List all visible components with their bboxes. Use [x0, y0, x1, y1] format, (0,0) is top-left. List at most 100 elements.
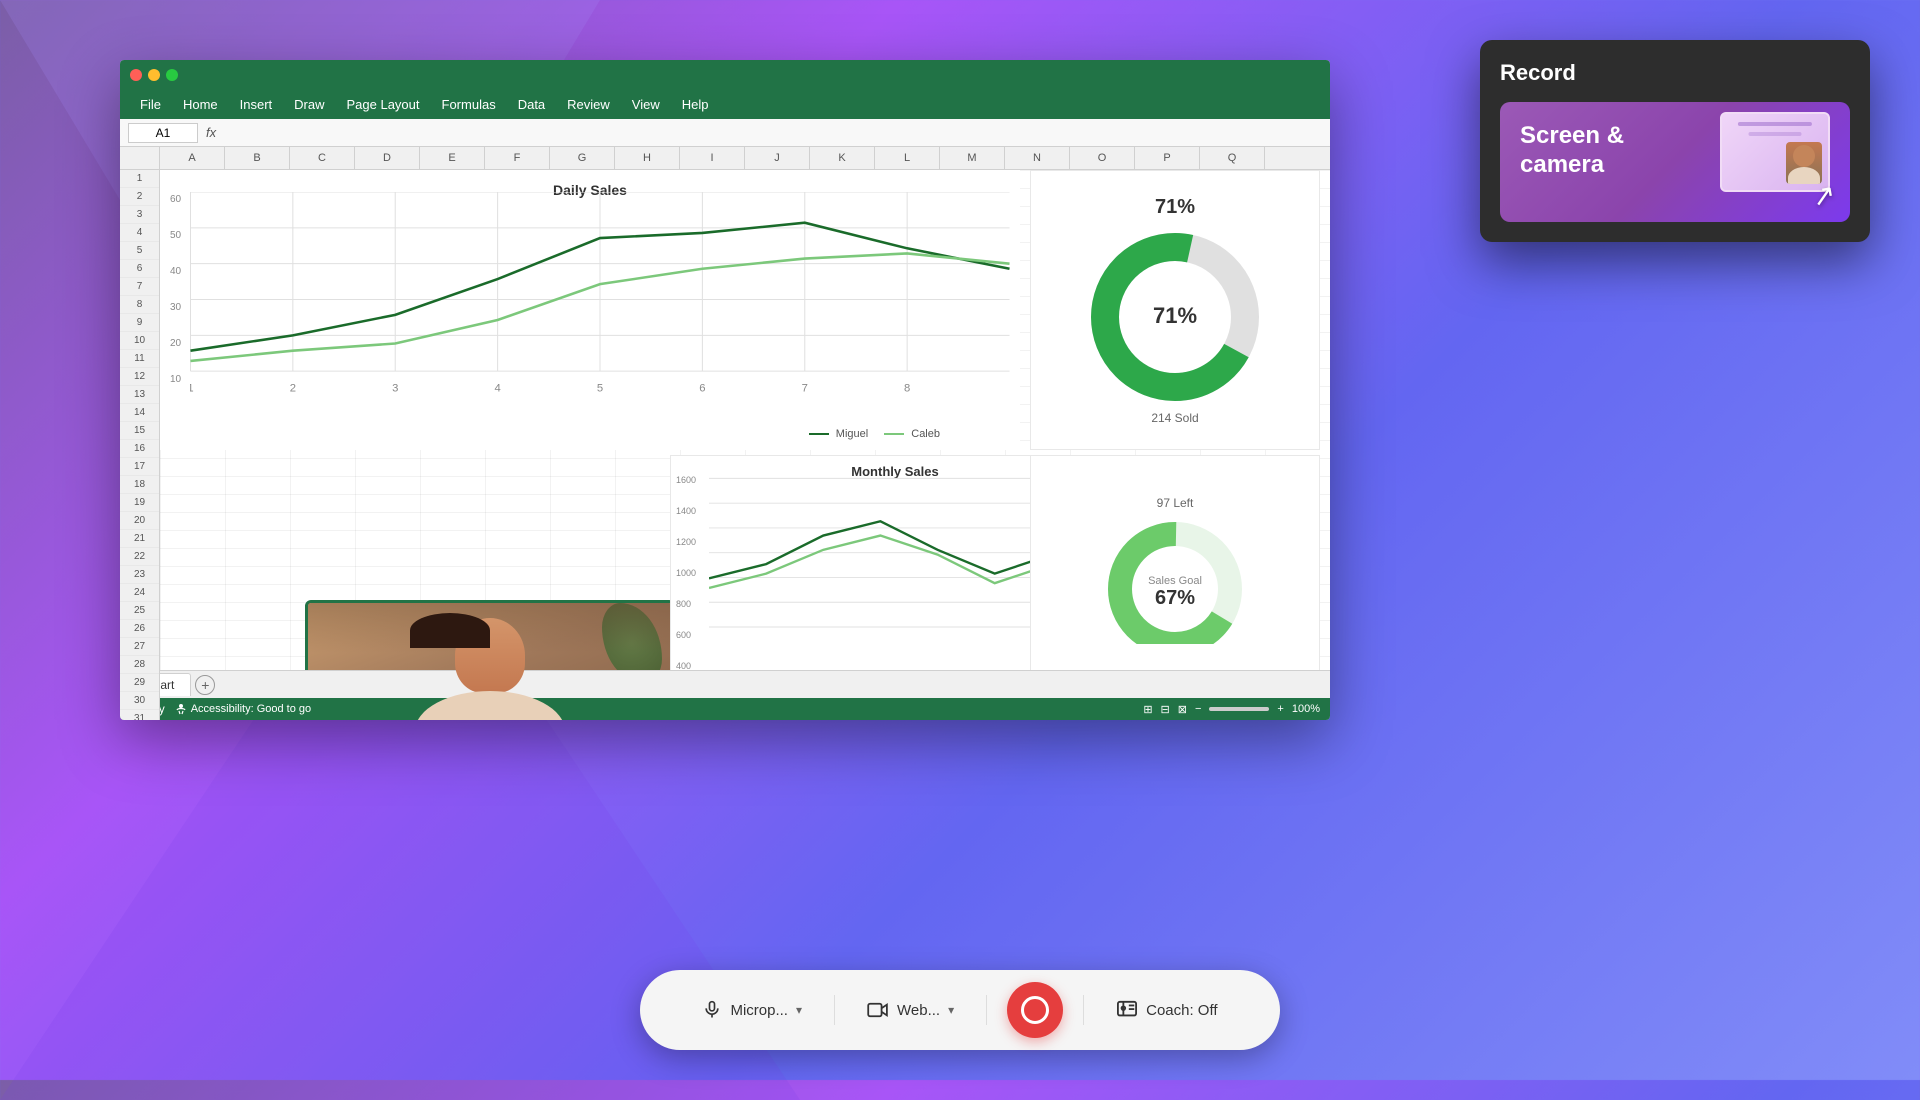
col-header-e[interactable]: E [420, 147, 485, 169]
add-sheet-button[interactable]: + [195, 675, 215, 695]
zoom-out-icon[interactable]: − [1195, 703, 1201, 715]
col-header-p[interactable]: P [1135, 147, 1200, 169]
coach-label: Coach: Off [1146, 1002, 1217, 1019]
col-header-m[interactable]: M [940, 147, 1005, 169]
row-24: 24 [120, 584, 159, 602]
svg-text:7: 7 [802, 383, 808, 395]
accessibility-icon [175, 703, 187, 715]
col-header-a[interactable]: A [160, 147, 225, 169]
zoom-bar [1209, 707, 1269, 711]
menu-insert[interactable]: Insert [230, 94, 283, 115]
row-19: 19 [120, 494, 159, 512]
svg-text:2: 2 [290, 383, 296, 395]
zoom-in-icon[interactable]: + [1277, 703, 1283, 715]
y-label-20: 20 [170, 339, 181, 349]
col-header-j[interactable]: J [745, 147, 810, 169]
record-button[interactable] [1007, 982, 1063, 1038]
right-chart-top-percent: 71% [1155, 196, 1195, 219]
col-header-b[interactable]: B [225, 147, 290, 169]
row-16: 16 [120, 440, 159, 458]
row-27: 27 [120, 638, 159, 656]
row-3: 3 [120, 206, 159, 224]
svg-text:6: 6 [699, 383, 705, 395]
view-normal-icon[interactable]: ⊞ [1143, 703, 1152, 716]
col-header-g[interactable]: G [550, 147, 615, 169]
row-headers: 1 2 3 4 5 6 7 8 9 10 11 12 13 14 15 16 1… [120, 170, 160, 720]
legend-miguel: Miguel [809, 428, 868, 440]
titlebar-maximize[interactable] [166, 69, 178, 81]
svg-text:3: 3 [392, 383, 398, 395]
webcam-icon [867, 1002, 889, 1018]
svg-text:8: 8 [904, 383, 910, 395]
col-header-o[interactable]: O [1070, 147, 1135, 169]
excel-body: 1 2 3 4 5 6 7 8 9 10 11 12 13 14 15 16 1… [120, 170, 1330, 720]
formula-bar: fx [120, 119, 1330, 147]
sheet-tab-area: Chart + [120, 670, 1330, 698]
monthly-y-800: 800 [676, 600, 696, 609]
microphone-label: Microp... [730, 1002, 788, 1019]
menu-home[interactable]: Home [173, 94, 228, 115]
right-chart-bottom-left: 97 Left [1157, 496, 1194, 510]
col-header-k[interactable]: K [810, 147, 875, 169]
legend-caleb: Caleb [884, 428, 940, 440]
row-20: 20 [120, 512, 159, 530]
row-8: 8 [120, 296, 159, 314]
microphone-icon [702, 1000, 722, 1020]
menu-file[interactable]: File [130, 94, 171, 115]
row-4: 4 [120, 224, 159, 242]
col-header-n[interactable]: N [1005, 147, 1070, 169]
col-header-d[interactable]: D [355, 147, 420, 169]
row-21: 21 [120, 530, 159, 548]
titlebar-minimize[interactable] [148, 69, 160, 81]
col-header-f[interactable]: F [485, 147, 550, 169]
right-chart-top-sold: 214 Sold [1151, 411, 1198, 425]
col-header-h[interactable]: H [615, 147, 680, 169]
mini-person [1786, 142, 1822, 184]
record-option-screen-camera[interactable]: Screen & camera ↗ [1500, 102, 1850, 222]
y-label-10: 10 [170, 375, 181, 385]
titlebar-close[interactable] [130, 69, 142, 81]
menu-data[interactable]: Data [508, 94, 555, 115]
microphone-chevron-icon: ▾ [796, 1003, 802, 1017]
row-26: 26 [120, 620, 159, 638]
row-23: 23 [120, 566, 159, 584]
menu-review[interactable]: Review [557, 94, 620, 115]
cell-reference-input[interactable] [128, 123, 198, 143]
row-5: 5 [120, 242, 159, 260]
chart-legend: Miguel Caleb [809, 428, 940, 440]
view-break-icon[interactable]: ⊠ [1178, 703, 1187, 716]
menu-help[interactable]: Help [672, 94, 719, 115]
status-right: ⊞ ⊟ ⊠ − + 100% [1143, 703, 1320, 716]
col-header-i[interactable]: I [680, 147, 745, 169]
row-12: 12 [120, 368, 159, 386]
row-11: 11 [120, 350, 159, 368]
menu-draw[interactable]: Draw [284, 94, 334, 115]
row-7: 7 [120, 278, 159, 296]
row-18: 18 [120, 476, 159, 494]
monthly-y-1000: 1000 [676, 569, 696, 578]
row-22: 22 [120, 548, 159, 566]
toolbar-divider-1 [834, 995, 835, 1025]
menu-formulas[interactable]: Formulas [432, 94, 506, 115]
mini-screen-inner [1722, 114, 1828, 190]
row-28: 28 [120, 656, 159, 674]
svg-text:4: 4 [494, 383, 500, 395]
col-header-c[interactable]: C [290, 147, 355, 169]
microphone-button[interactable]: Microp... ▾ [690, 994, 814, 1026]
excel-window: File Home Insert Draw Page Layout Formul… [120, 60, 1330, 720]
menu-view[interactable]: View [622, 94, 670, 115]
webcam-label: Web... [897, 1002, 940, 1019]
right-chart-bottom: 97 Left Sales Goal 67% [1030, 455, 1320, 685]
col-header-q[interactable]: Q [1200, 147, 1265, 169]
coach-button[interactable]: Coach: Off [1104, 994, 1229, 1026]
view-page-icon[interactable]: ⊟ [1161, 703, 1170, 716]
row-31: 31 [120, 710, 159, 720]
y-label-30: 30 [170, 303, 181, 313]
webcam-button[interactable]: Web... ▾ [855, 996, 966, 1025]
coach-icon [1116, 1000, 1138, 1020]
monthly-y-1400: 1400 [676, 507, 696, 516]
col-header-l[interactable]: L [875, 147, 940, 169]
menu-page-layout[interactable]: Page Layout [337, 94, 430, 115]
webcam-chevron-icon: ▾ [948, 1003, 954, 1017]
recording-toolbar: Microp... ▾ Web... ▾ Coach: Off [640, 970, 1280, 1050]
